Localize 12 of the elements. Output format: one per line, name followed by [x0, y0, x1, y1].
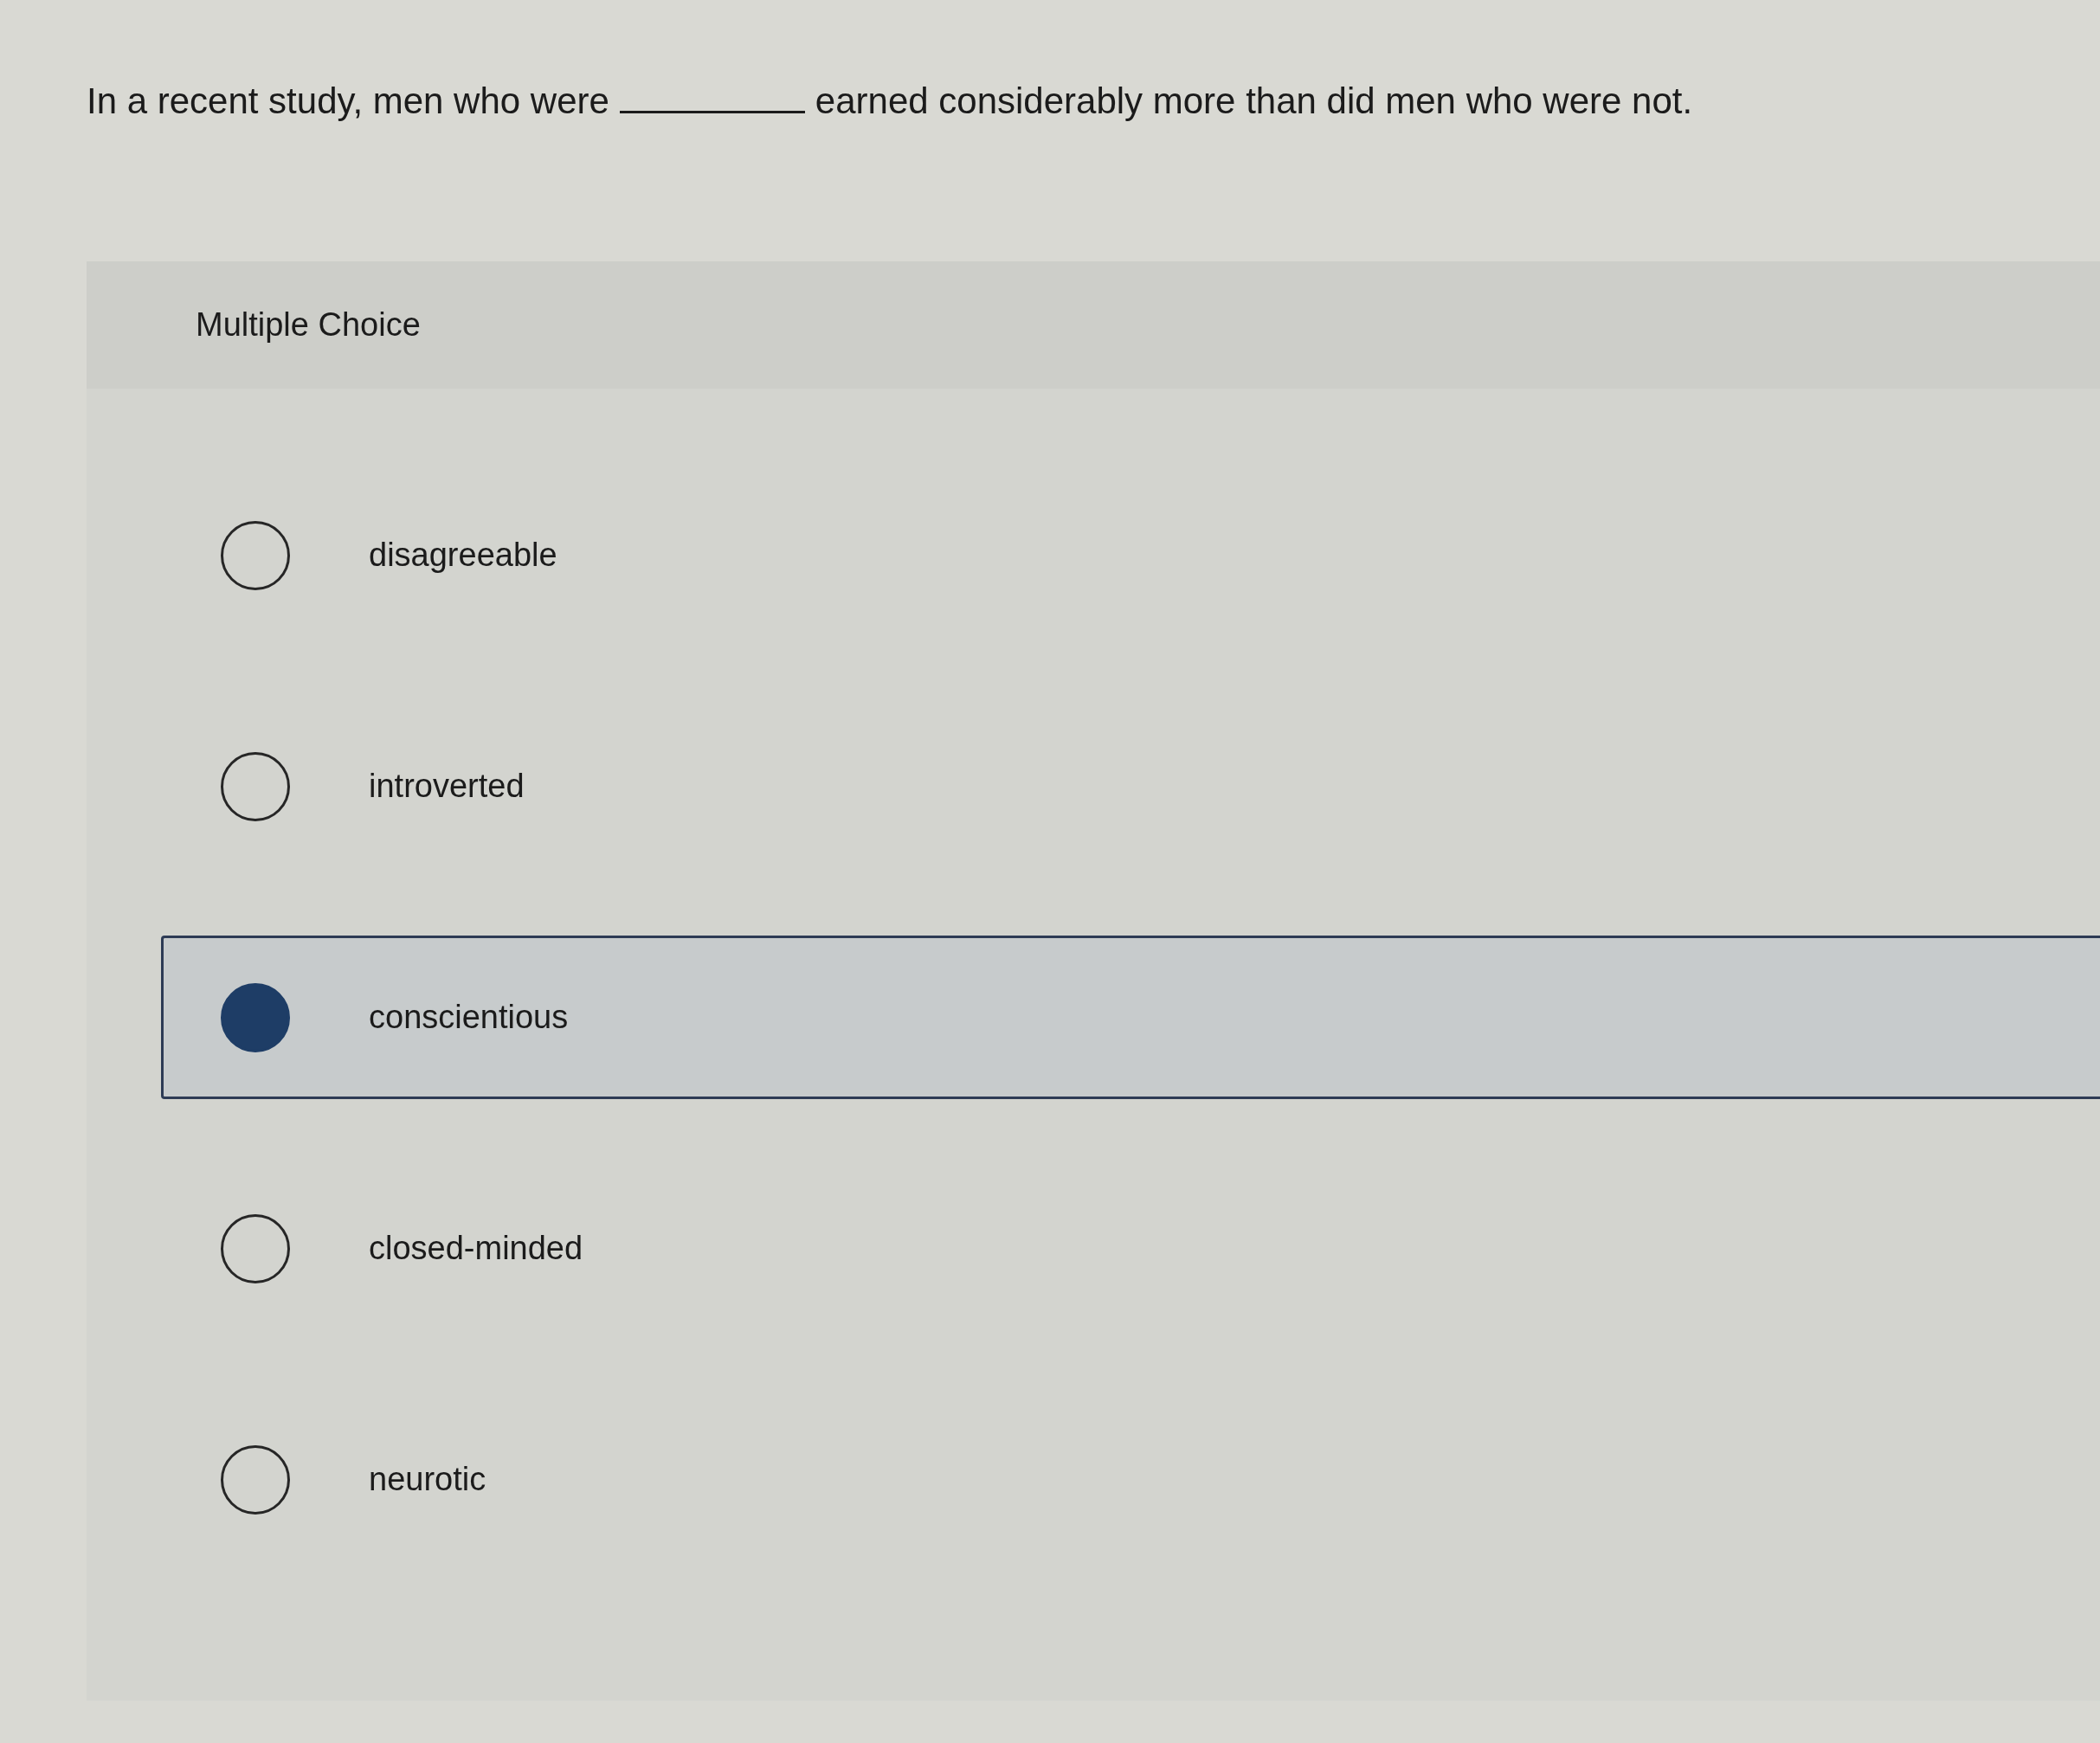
answer-option[interactable]: conscientious: [161, 936, 2100, 1099]
radio-button[interactable]: [221, 1444, 290, 1515]
radio-button[interactable]: [221, 1213, 290, 1283]
answer-option[interactable]: disagreeable: [161, 473, 2100, 637]
answer-option[interactable]: neurotic: [161, 1398, 2100, 1561]
answer-option[interactable]: introverted: [161, 704, 2100, 868]
question-text: earned considerably more than did men who were not.: [815, 80, 1693, 121]
question-type-label: Multiple Choice: [196, 306, 421, 344]
answer-option[interactable]: closed-minded: [161, 1167, 2100, 1330]
question-text: In a recent study, men who were: [87, 80, 609, 121]
radio-button[interactable]: [221, 520, 290, 590]
radio-button[interactable]: [221, 751, 290, 821]
